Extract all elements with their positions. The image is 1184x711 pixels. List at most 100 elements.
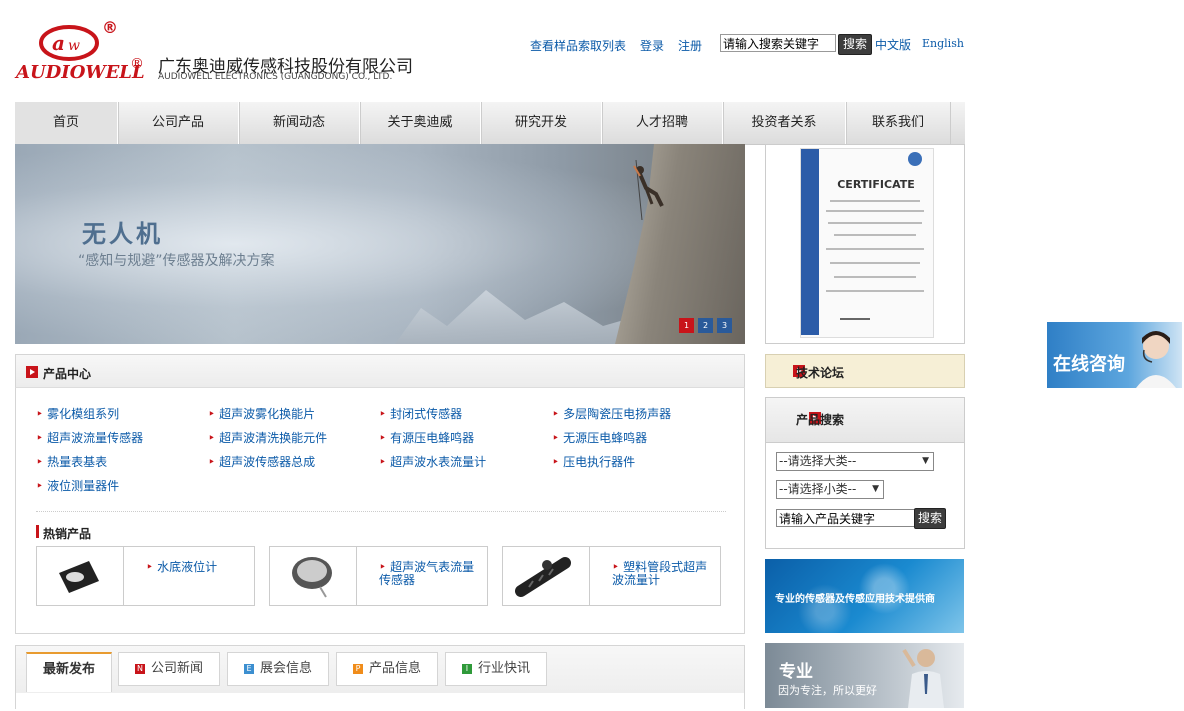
divider [36, 511, 726, 512]
sensor-provider-banner-text: 专业的传感器及传感应用技术提供商 [775, 594, 935, 605]
dropdown-arrow-icon: ▼ [922, 456, 929, 466]
certificate-text-line [834, 234, 916, 236]
certificate-strip [801, 149, 819, 335]
banner-pager: 1 2 3 [679, 318, 732, 333]
tab-industry-news-label: 行业快讯 [477, 661, 530, 676]
product-search-header [765, 397, 965, 443]
exhibition-icon: E [243, 664, 254, 674]
tab-product-info[interactable]: P 产品信息 [336, 652, 438, 686]
svg-text:a: a [52, 31, 65, 55]
online-consult-label[interactable]: 在线咨询 [1053, 350, 1125, 376]
banner-subtitle: “感知与规避”传感器及解决方案 [78, 253, 275, 269]
product-link[interactable]: 热量表基表 [36, 453, 107, 470]
subcategory-select-value: --请选择小类-- [779, 482, 857, 496]
climber-image [632, 159, 672, 221]
banner-dot[interactable]: 3 [717, 318, 732, 333]
certificate-text-line [828, 222, 922, 224]
registered-mark: ® [102, 18, 118, 37]
professional-banner-subtitle: 因为专注，所以更好 [778, 684, 877, 697]
register-link[interactable]: 注册 [678, 37, 702, 54]
lang-en-link[interactable]: English [922, 37, 964, 50]
certificate-image [800, 148, 934, 338]
tech-forum-title[interactable]: 技术论坛 [796, 364, 844, 381]
product-center-title: 产品中心 [43, 367, 92, 381]
arrow-icon [26, 366, 38, 378]
product-keyword-input[interactable] [776, 509, 916, 527]
product-image [503, 547, 590, 605]
nav-item-careers[interactable]: 人才招聘 [602, 102, 723, 144]
certificate-text-line [834, 276, 916, 278]
login-link[interactable]: 登录 [640, 37, 664, 54]
top-links: 查看样品索取列表 登录 注册 [530, 36, 716, 54]
main-nav: 首页 公司产品 新闻动态 关于奥迪威 研究开发 人才招聘 投资者关系 联系我们 [15, 102, 965, 145]
banner-title: 无人机 [82, 220, 163, 248]
nav-item-rnd[interactable]: 研究开发 [481, 102, 602, 144]
product-link[interactable]: 压电执行器件 [552, 453, 635, 470]
tab-company-news[interactable]: N 公司新闻 [118, 652, 220, 686]
banner-dot[interactable]: 2 [698, 318, 713, 333]
product-link[interactable]: 超声波流量传感器 [36, 429, 143, 446]
certificate-text-line [826, 248, 924, 250]
logo-emblem: a w [38, 24, 100, 62]
banner-dot[interactable]: 1 [679, 318, 694, 333]
registered-mark: ® [130, 56, 144, 72]
product-link[interactable]: 超声波雾化换能片 [208, 405, 315, 422]
category-select[interactable]: --请选择大类-- ▼ [776, 452, 934, 471]
certificate-text-line [830, 262, 920, 264]
hot-product-link[interactable]: 水底液位计 [146, 561, 251, 574]
hot-product-card[interactable]: 塑料管段式超声波流量计 [502, 546, 721, 606]
svg-text:w: w [68, 38, 80, 54]
hot-products-marker [36, 525, 39, 538]
certificate-signature [840, 318, 870, 320]
nav-item-investors[interactable]: 投资者关系 [723, 102, 846, 144]
support-agent-image [1130, 324, 1182, 388]
certificate-title: CERTIFICATE [837, 178, 915, 191]
sample-list-link[interactable]: 查看样品索取列表 [530, 37, 626, 54]
product-link[interactable]: 封闭式传感器 [379, 405, 462, 422]
tab-exhibitions-label: 展会信息 [259, 661, 312, 676]
nav-item-about[interactable]: 关于奥迪威 [360, 102, 481, 144]
certificate-text-line [826, 210, 924, 212]
product-link[interactable]: 超声波传感器总成 [208, 453, 315, 470]
nav-item-contact[interactable]: 联系我们 [846, 102, 950, 144]
news-icon: N [134, 664, 145, 674]
lang-cn-link[interactable]: 中文版 [875, 36, 911, 53]
product-image [270, 547, 357, 605]
site-search-input[interactable] [720, 34, 836, 52]
product-link[interactable]: 超声波清洗换能元件 [208, 429, 327, 446]
category-select-value: --请选择大类-- [779, 454, 857, 468]
product-link[interactable]: 多层陶瓷压电扬声器 [552, 405, 671, 422]
hot-product-link[interactable]: 塑料管段式超声波流量计 [612, 561, 717, 587]
product-link[interactable]: 无源压电蜂鸣器 [552, 429, 647, 446]
hot-product-card[interactable]: 水底液位计 [36, 546, 255, 606]
hot-product-card[interactable]: 超声波气表流量传感器 [269, 546, 488, 606]
nav-item-home[interactable]: 首页 [15, 102, 118, 144]
certificate-text-line [830, 200, 920, 202]
professional-banner-title: 专业 [779, 662, 813, 682]
nav-item-products[interactable]: 公司产品 [118, 102, 239, 144]
certificate-text-line [826, 290, 924, 292]
product-link[interactable]: 超声波水表流量计 [379, 453, 486, 470]
product-link[interactable]: 液位测量器件 [36, 477, 119, 494]
businessman-image [900, 644, 950, 708]
hot-products-title: 热销产品 [43, 527, 92, 541]
industry-icon: I [461, 664, 472, 674]
product-info-icon: P [352, 664, 363, 674]
tab-industry-news[interactable]: I 行业快讯 [445, 652, 547, 686]
site-search-button[interactable]: 搜索 [838, 34, 872, 55]
product-link[interactable]: 雾化模组系列 [36, 405, 119, 422]
certificate-seal-icon [908, 152, 922, 166]
product-image [37, 547, 124, 605]
company-name-en: AUDIOWELL ELECTRONICS (GUANGDONG) CO., L… [158, 72, 393, 82]
dropdown-arrow-icon: ▼ [872, 484, 879, 494]
logo-wordmark[interactable]: AUDIOWELL [16, 62, 145, 83]
nav-item-news[interactable]: 新闻动态 [239, 102, 360, 144]
product-search-button[interactable]: 搜索 [914, 508, 946, 529]
product-center-header [15, 354, 745, 388]
subcategory-select[interactable]: --请选择小类-- ▼ [776, 480, 884, 499]
product-search-title: 产品搜索 [796, 413, 845, 427]
hot-product-link[interactable]: 超声波气表流量传感器 [379, 561, 484, 587]
product-link[interactable]: 有源压电蜂鸣器 [379, 429, 474, 446]
tab-latest[interactable]: 最新发布 [26, 652, 112, 692]
tab-exhibitions[interactable]: E 展会信息 [227, 652, 329, 686]
